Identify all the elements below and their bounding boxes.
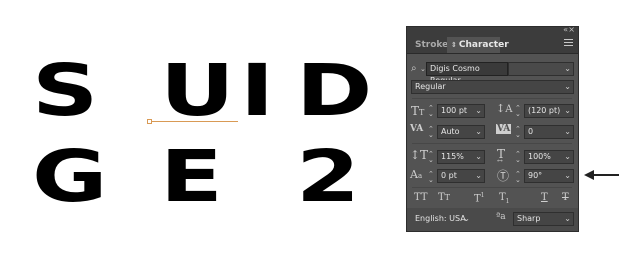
- chevron-down-icon: ⌄: [463, 214, 470, 223]
- rotation-stepper[interactable]: ⌃ ⌄: [515, 171, 521, 184]
- chevron-down-icon: ⌄: [564, 127, 571, 136]
- collapse-icon[interactable]: «: [563, 25, 568, 34]
- letter-u[interactable]: U: [160, 55, 235, 127]
- all-caps-icon[interactable]: TT: [414, 192, 428, 203]
- baseline-shift-value: 0 pt: [441, 171, 457, 180]
- antialiasing-select[interactable]: Sharp ⌄: [513, 212, 574, 226]
- divider: [412, 98, 572, 99]
- font-size-field[interactable]: 100 pt ⌄: [437, 104, 485, 118]
- vertical-scale-value: 115%: [441, 152, 464, 161]
- letter-i[interactable]: I: [240, 55, 274, 127]
- leading-icon: ↕A: [496, 102, 513, 115]
- underline-icon[interactable]: T: [541, 192, 548, 203]
- font-style-select[interactable]: Regular ⌄: [411, 80, 574, 94]
- baseline-shift-field[interactable]: 0 pt ⌄: [437, 169, 485, 183]
- artboard: S U I D G E 2: [0, 0, 395, 259]
- vertical-scale-icon: ↕T: [410, 148, 429, 162]
- horizontal-scale-stepper[interactable]: ⌃ ⌄: [515, 151, 521, 164]
- leading-value: (120 pt): [528, 106, 561, 115]
- chevron-down-icon: ⌄: [564, 82, 571, 91]
- antialiasing-value: Sharp: [517, 214, 541, 223]
- superscript-icon[interactable]: T1: [474, 192, 485, 204]
- antialiasing-icon: ªa: [496, 212, 506, 222]
- leading-stepper[interactable]: ⌃ ⌄: [515, 105, 521, 118]
- subscript-icon[interactable]: T1: [499, 192, 510, 205]
- chevron-down-icon: ⌄: [564, 152, 571, 161]
- tracking-value: 0: [528, 127, 534, 136]
- digit-2[interactable]: 2: [296, 141, 360, 213]
- text-selection-baseline[interactable]: [150, 121, 238, 122]
- tracking-field[interactable]: 0 ⌄: [524, 125, 574, 139]
- chevron-down-icon: ⌄: [475, 106, 482, 115]
- rotation-field[interactable]: 90° ⌄: [524, 169, 574, 183]
- language-select[interactable]: English: USA ⌄: [411, 212, 473, 226]
- close-icon[interactable]: ×: [568, 25, 575, 34]
- leading-field[interactable]: (120 pt) ⌄: [524, 104, 574, 118]
- strikethrough-icon[interactable]: T: [562, 192, 569, 203]
- tab-character[interactable]: ⇕ Character: [447, 37, 509, 53]
- divider: [412, 143, 572, 144]
- panel-tabs: Stroke ⇕ Character: [407, 35, 578, 54]
- font-style-value: Regular: [415, 82, 446, 91]
- pointer-arrow-icon: [584, 170, 619, 180]
- baseline-shift-stepper[interactable]: ⌃ ⌄: [428, 171, 434, 184]
- letter-s[interactable]: S: [32, 55, 98, 127]
- chevron-down-icon: ⌄: [475, 171, 482, 180]
- horizontal-scale-icon: T ↔: [497, 147, 506, 165]
- tracking-icon: VA: [496, 124, 512, 134]
- chevron-down-icon: ⌄: [475, 127, 482, 136]
- font-size-icon: TT: [411, 104, 425, 118]
- chevron-down-icon: ⌄: [475, 152, 482, 161]
- horizontal-scale-field[interactable]: 100% ⌄: [524, 150, 574, 164]
- small-caps-icon[interactable]: TT: [438, 192, 450, 203]
- chevron-down-icon: ⌄: [564, 106, 571, 115]
- font-size-stepper[interactable]: ⌃ ⌄: [428, 105, 434, 118]
- kerning-value: Auto: [441, 127, 460, 136]
- search-icon[interactable]: ⌕: [411, 63, 417, 74]
- letter-e[interactable]: E: [160, 141, 223, 213]
- chevron-down-icon: ⌄: [564, 171, 571, 180]
- panel-titlebar[interactable]: « ×: [407, 25, 578, 35]
- font-family-field[interactable]: Digis Cosmo Regular: [426, 62, 508, 85]
- letter-d[interactable]: D: [296, 55, 372, 127]
- chevron-down-icon: ⌄: [564, 64, 571, 73]
- vertical-scale-stepper[interactable]: ⌃ ⌄: [428, 151, 434, 164]
- baseline-shift-icon: Aa: [410, 168, 423, 181]
- vertical-scale-field[interactable]: 115% ⌄: [437, 150, 485, 164]
- tab-character-label: Character: [458, 40, 509, 50]
- kerning-stepper[interactable]: ⌃ ⌄: [428, 126, 434, 139]
- font-size-value: 100 pt: [441, 106, 468, 115]
- kerning-field[interactable]: Auto ⌄: [437, 125, 485, 139]
- rotation-icon: Ⓣ: [497, 169, 510, 183]
- horizontal-scale-value: 100%: [528, 152, 551, 161]
- text-anchor-point[interactable]: [147, 119, 152, 124]
- chevron-down-icon: ⌄: [564, 214, 571, 223]
- letter-g[interactable]: G: [32, 141, 108, 213]
- tracking-stepper[interactable]: ⌃ ⌄: [515, 126, 521, 139]
- divider: [412, 187, 572, 188]
- font-family-select[interactable]: ⌄: [508, 62, 574, 76]
- rotation-value: 90°: [528, 171, 543, 180]
- panel-menu-icon[interactable]: [564, 39, 573, 48]
- language-value: English: USA: [415, 214, 466, 223]
- search-dropdown-icon[interactable]: ⌄: [420, 65, 426, 73]
- tab-updown-icon: ⇕: [451, 41, 457, 49]
- kerning-icon: VA: [410, 124, 424, 134]
